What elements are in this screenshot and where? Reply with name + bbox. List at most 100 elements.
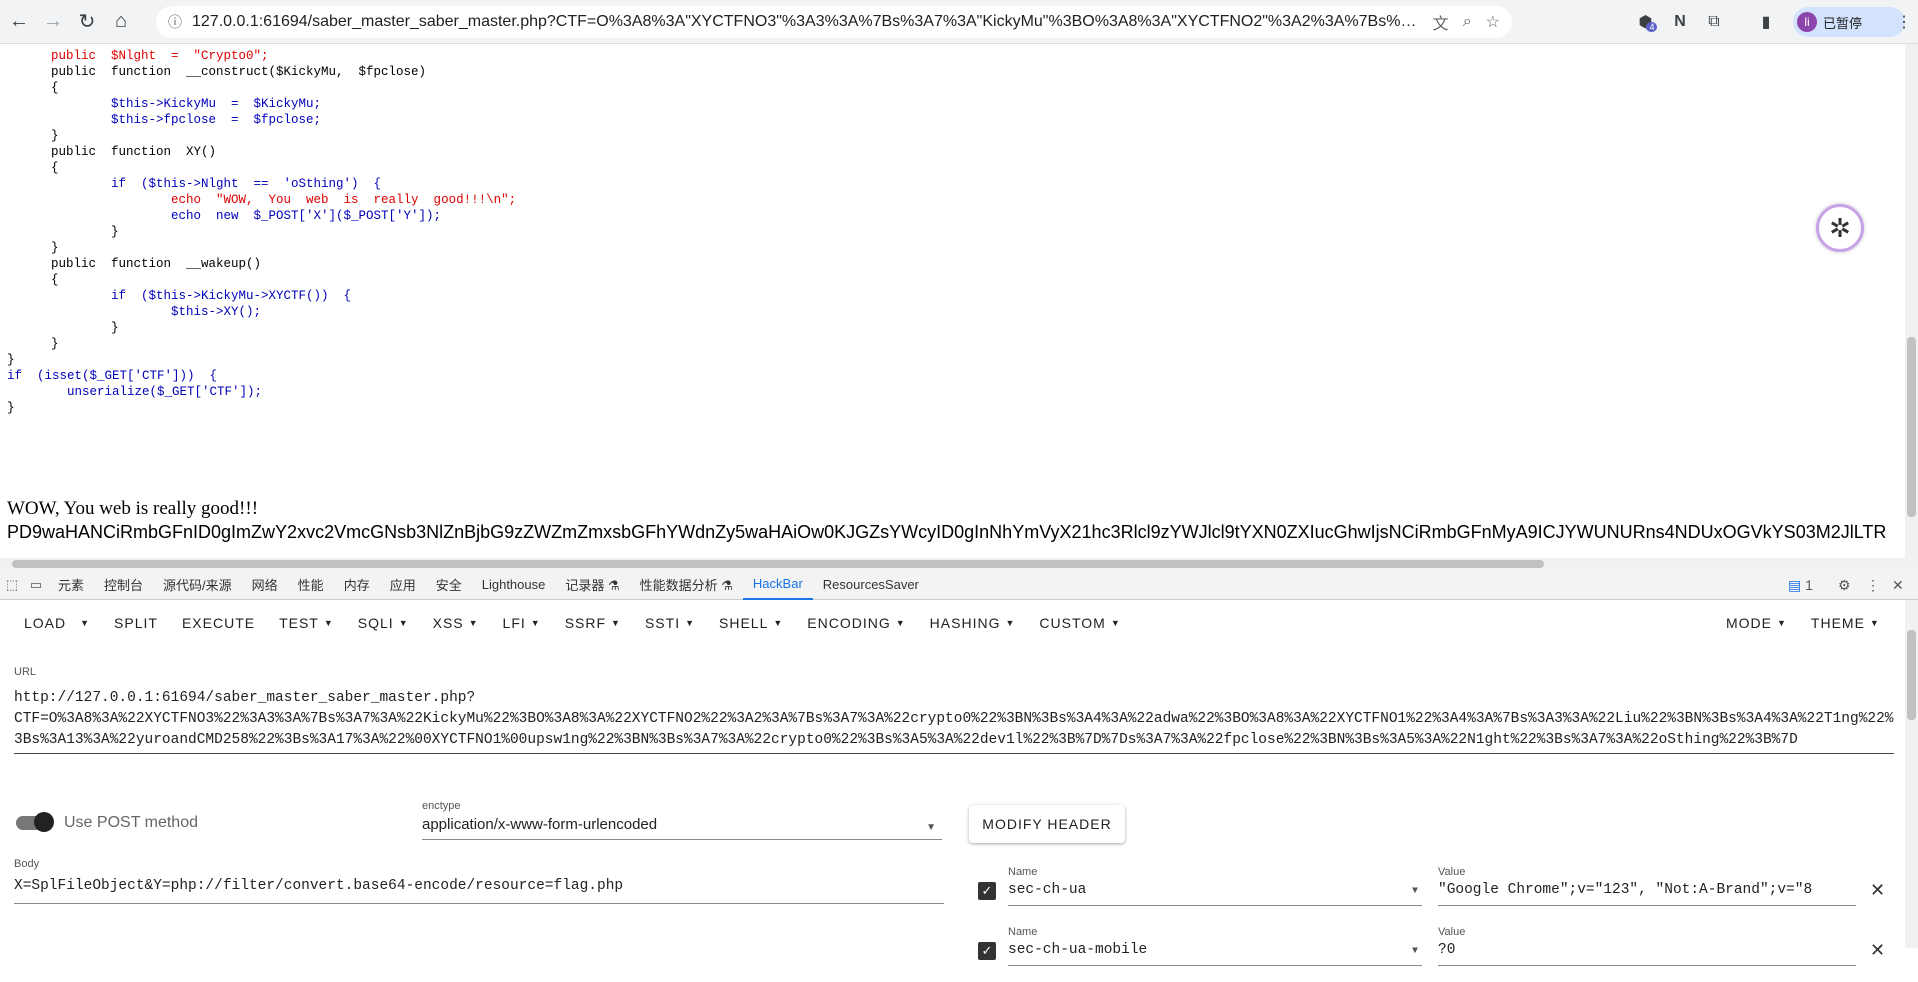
issues-count: 1	[1805, 577, 1813, 593]
site-info-icon[interactable]: ⓘ	[168, 12, 182, 32]
hackbar-button-label: SSRF	[564, 615, 607, 631]
hackbar-test-button[interactable]: TEST ▼	[267, 600, 346, 646]
caret-down-icon: ▼	[468, 618, 479, 628]
menu-dots-icon[interactable]: ⋮	[1892, 10, 1916, 34]
devtools-tab[interactable]: ResourcesSaver	[813, 570, 929, 600]
scrollbar-thumb[interactable]	[12, 560, 1544, 568]
issues-counter[interactable]: ▤ 1	[1788, 570, 1813, 600]
devtools-tab[interactable]: 网络	[242, 570, 288, 600]
address-bar[interactable]: ⓘ 127.0.0.1:61694/saber_master_saber_mas…	[156, 6, 1512, 38]
code-line: if ($this->Nlght == 'oSthing') {	[51, 177, 382, 191]
header-enabled-checkbox[interactable]: ✓	[978, 942, 996, 960]
notion-extension-icon[interactable]: N	[1668, 10, 1692, 34]
devtools-tab[interactable]: 元素	[48, 570, 94, 600]
scrollbar-thumb[interactable]	[1907, 630, 1916, 720]
header-enabled-checkbox[interactable]: ✓	[978, 882, 996, 900]
hackbar-load-button[interactable]: LOAD ▼	[12, 600, 102, 646]
extension-icon[interactable]: ⬢ 4	[1636, 10, 1660, 34]
dropdown-arrow-icon: ▼	[926, 822, 936, 833]
back-arrow-icon[interactable]: ←	[4, 7, 34, 37]
code-line: {	[51, 81, 59, 95]
hackbar-button-label: SHELL	[719, 615, 769, 631]
code-line: {	[51, 161, 59, 175]
body-input[interactable]: X=SplFileObject&Y=php://filter/convert.b…	[14, 878, 944, 904]
devtools-tab[interactable]: 控制台	[94, 570, 153, 600]
hackbar-sqli-button[interactable]: SQLI ▼	[346, 600, 421, 646]
header-name-input[interactable]: sec-ch-ua ▼	[1008, 882, 1422, 906]
code-line: if ($this->KickyMu->XYCTF()) {	[51, 289, 352, 303]
devtools-tab[interactable]: Lighthouse	[472, 570, 556, 600]
bookmark-star-icon[interactable]: ☆	[1486, 12, 1500, 32]
devtools-tab[interactable]: 应用	[380, 570, 426, 600]
header-value-input[interactable]: "Google Chrome";v="123", "Not:A-Brand";v…	[1438, 882, 1856, 906]
hackbar-split-button[interactable]: SPLIT	[102, 600, 170, 646]
hackbar-encoding-button[interactable]: ENCODING ▼	[795, 600, 917, 646]
remove-header-icon[interactable]: ✕	[1870, 880, 1885, 901]
hackbar-custom-button[interactable]: CUSTOM ▼	[1027, 600, 1132, 646]
zoom-icon[interactable]: ⌕	[1463, 13, 1472, 31]
devtools-tabs: 元素 控制台 源代码/来源 网络 性能 内存 应用 安全 Lighthouse 记录器 ⚗ 性能数据…	[48, 570, 929, 600]
hackbar-toolbar: LOAD ▼ SPLIT EXECUTE TEST ▼ SQLI ▼ XSS ▼ LFI ▼ SSRF ▼…	[0, 600, 1905, 646]
remove-header-icon[interactable]: ✕	[1870, 940, 1885, 961]
side-panel-icon[interactable]: ▮	[1754, 10, 1778, 34]
code-line: unserialize($_GET['CTF']);	[7, 385, 263, 399]
post-method-toggle[interactable]	[16, 812, 54, 832]
browser-toolbar: ← → ↻ ⌂ ⓘ 127.0.0.1:61694/saber_master_s…	[0, 0, 1918, 44]
device-toolbar-icon[interactable]: ▭	[24, 577, 48, 593]
enctype-select[interactable]: application/x-www-form-urlencoded ▼	[422, 816, 942, 840]
header-row: ✓ Name sec-ch-ua ▼ Value "Google Chrome";…	[978, 866, 1888, 922]
settings-gear-icon[interactable]: ⚙	[1838, 570, 1851, 600]
devtools-menu-icon[interactable]: ⋮	[1866, 570, 1880, 600]
close-devtools-icon[interactable]: ✕	[1892, 570, 1904, 600]
devtools-tab[interactable]: 安全	[426, 570, 472, 600]
caret-down-icon: ▼	[530, 618, 541, 628]
hackbar-ssti-button[interactable]: SSTI ▼	[633, 600, 707, 646]
profile-button[interactable]: li 已暂停	[1793, 7, 1905, 37]
code-line: echo "WOW, You web is really good!!!\n";	[51, 193, 517, 207]
hackbar-shell-button[interactable]: SHELL ▼	[707, 600, 795, 646]
hackbar-vertical-scrollbar[interactable]	[1905, 600, 1918, 948]
header-name-input[interactable]: sec-ch-ua-mobile ▼	[1008, 942, 1422, 966]
modify-header-button[interactable]: MODIFY HEADER	[969, 805, 1125, 843]
devtools-tab[interactable]: 内存	[334, 570, 380, 600]
address-bar-url[interactable]: 127.0.0.1:61694/saber_master_saber_maste…	[192, 13, 1419, 31]
hackbar-menu: LOAD ▼ SPLIT EXECUTE TEST ▼ SQLI ▼ XSS ▼ LFI ▼ SSRF ▼…	[0, 600, 1133, 646]
hackbar-execute-button[interactable]: EXECUTE	[170, 600, 267, 646]
devtools-tab[interactable]: 性能	[288, 570, 334, 600]
echo-output: WOW, You web is really good!!!	[7, 498, 259, 519]
reload-icon[interactable]: ↻	[72, 7, 102, 37]
hackbar-xss-button[interactable]: XSS ▼	[421, 600, 491, 646]
scrollbar-thumb[interactable]	[1907, 337, 1916, 517]
header-value-input[interactable]: ?0	[1438, 942, 1856, 966]
caret-down-icon: ▼	[323, 618, 334, 628]
hackbar-ssrf-button[interactable]: SSRF ▼	[553, 600, 633, 646]
code-line: if (isset($_GET['CTF'])) {	[7, 369, 218, 383]
mode-menu[interactable]: MODE ▼	[1714, 600, 1799, 646]
devtools-tabbar: ⬚ ▭ 元素 控制台 源代码/来源 网络 性能 内存 应用 安全 Lighthouse 记录器 ⚗…	[0, 570, 1918, 600]
home-icon[interactable]: ⌂	[106, 7, 136, 37]
hackbar-hashing-button[interactable]: HASHING ▼	[918, 600, 1028, 646]
base64-output: PD9waHANCiRmbGFnID0gImZwY2xvc2VmcGNsb3Nl…	[7, 522, 1887, 542]
forward-arrow-icon[interactable]: →	[38, 7, 68, 37]
assistant-floating-icon[interactable]: ✲	[1816, 204, 1864, 252]
url-text-line: CTF=O%3A8%3A%22XYCTFNO3%22%3A3%3A%7Bs%3A…	[14, 711, 1894, 748]
devtools-tab[interactable]: HackBar	[742, 570, 813, 600]
puzzle-extensions-icon[interactable]: ⧉	[1702, 10, 1726, 34]
devtools-tab[interactable]: 源代码/来源	[153, 570, 242, 600]
caret-down-icon: ▼	[398, 618, 409, 628]
translate-icon[interactable]: 文	[1433, 10, 1449, 34]
page-vertical-scrollbar[interactable]	[1905, 44, 1918, 558]
inspect-element-icon[interactable]: ⬚	[0, 577, 24, 593]
page-content: public $Nlght = "Crypto0"; public functio…	[0, 44, 1905, 558]
devtools-tab[interactable]: 记录器 ⚗	[555, 570, 629, 600]
hackbar-button-label: SPLIT	[114, 615, 158, 631]
enctype-label: enctype	[422, 800, 461, 812]
url-textarea[interactable]: http://127.0.0.1:61694/saber_master_sabe…	[14, 688, 1894, 754]
header-name-label: Name	[1008, 866, 1038, 878]
page-horizontal-scrollbar[interactable]	[0, 558, 1918, 570]
hackbar-lfi-button[interactable]: LFI ▼	[491, 600, 553, 646]
hackbar-panel: LOAD ▼ SPLIT EXECUTE TEST ▼ SQLI ▼ XSS ▼ LFI ▼ SSRF ▼…	[0, 600, 1905, 966]
theme-menu[interactable]: THEME ▼	[1799, 600, 1892, 646]
devtools-tab[interactable]: 性能数据分析 ⚗	[630, 570, 743, 600]
theme-label: THEME	[1810, 615, 1865, 631]
